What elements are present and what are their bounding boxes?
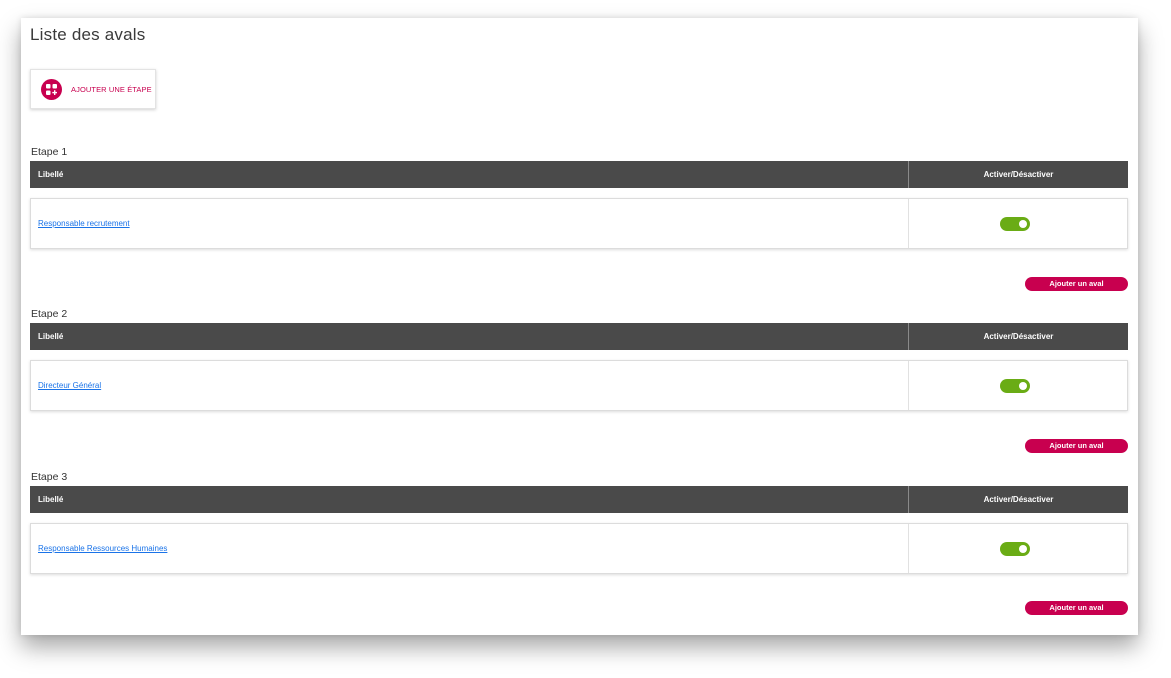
column-divider bbox=[908, 361, 909, 410]
column-header-libelle: Libellé bbox=[38, 495, 64, 504]
aval-link[interactable]: Responsable recrutement bbox=[38, 199, 130, 248]
add-step-label: AJOUTER UNE ÉTAPE bbox=[71, 84, 152, 94]
table-row: Directeur Général bbox=[30, 360, 1128, 411]
add-step-button[interactable]: AJOUTER UNE ÉTAPE bbox=[30, 69, 156, 109]
toggle-knob bbox=[1019, 545, 1027, 553]
column-header-libelle: Libellé bbox=[38, 332, 64, 341]
column-divider bbox=[908, 199, 909, 248]
table-row: Responsable Ressources Humaines bbox=[30, 523, 1128, 574]
page-title: Liste des avals bbox=[30, 25, 146, 44]
aval-link[interactable]: Directeur Général bbox=[38, 361, 101, 410]
column-header-toggle: Activer/Désactiver bbox=[983, 332, 1054, 341]
table-header: Libellé Activer/Désactiver bbox=[30, 161, 1128, 188]
table-header: Libellé Activer/Désactiver bbox=[30, 486, 1128, 513]
table-row: Responsable recrutement bbox=[30, 198, 1128, 249]
column-header-libelle: Libellé bbox=[38, 170, 64, 179]
column-header-toggle: Activer/Désactiver bbox=[983, 495, 1054, 504]
activate-toggle[interactable] bbox=[1000, 217, 1030, 231]
step-title: Etape 3 bbox=[31, 471, 68, 483]
grid-plus-icon bbox=[41, 78, 62, 100]
activate-toggle[interactable] bbox=[1000, 379, 1030, 393]
avals-panel: Liste des avals AJOUTER UNE ÉTAPE Etape … bbox=[21, 18, 1138, 635]
column-header-toggle: Activer/Désactiver bbox=[983, 170, 1054, 179]
step-title: Etape 2 bbox=[31, 308, 68, 320]
add-aval-button[interactable]: Ajouter un aval bbox=[1025, 439, 1128, 453]
add-aval-button[interactable]: Ajouter un aval bbox=[1025, 277, 1128, 291]
activate-toggle[interactable] bbox=[1000, 542, 1030, 556]
aval-link[interactable]: Responsable Ressources Humaines bbox=[38, 524, 167, 573]
column-divider bbox=[908, 524, 909, 573]
table-header: Libellé Activer/Désactiver bbox=[30, 323, 1128, 350]
add-aval-button[interactable]: Ajouter un aval bbox=[1025, 601, 1128, 615]
toggle-knob bbox=[1019, 382, 1027, 390]
toggle-knob bbox=[1019, 220, 1027, 228]
step-title: Etape 1 bbox=[31, 146, 68, 158]
